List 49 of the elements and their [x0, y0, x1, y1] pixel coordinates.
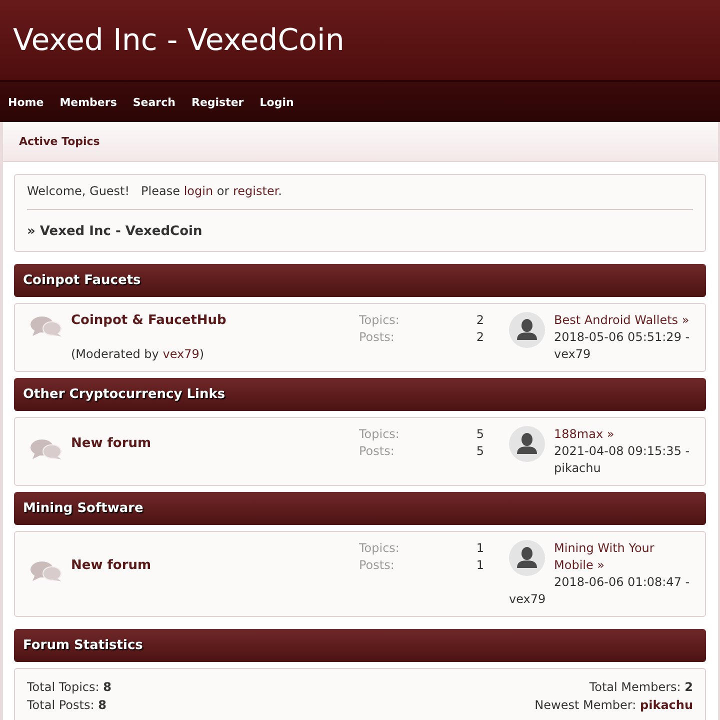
- stat-value: 5: [476, 443, 484, 460]
- nav-link[interactable]: Search: [132, 96, 176, 108]
- member-link[interactable]: pikachu: [640, 698, 693, 712]
- category-header: Forum Statistics: [14, 629, 706, 662]
- category-header: Mining Software: [14, 492, 706, 525]
- category-header: Other Cryptocurrency Links: [14, 378, 706, 411]
- register-link[interactable]: register: [232, 184, 278, 198]
- breadcrumb-link[interactable]: » Vexed Inc - VexedCoin: [27, 223, 202, 241]
- nav-link[interactable]: Login: [260, 96, 294, 108]
- stat-label: Topics:: [359, 540, 400, 557]
- stat-value: 2: [476, 329, 484, 346]
- stat-label: Posts:: [359, 443, 396, 460]
- moderator-link[interactable]: vex79: [162, 347, 200, 361]
- speech-bubbles-icon: [30, 316, 62, 337]
- category-header: Coinpot Faucets: [14, 264, 706, 297]
- statistic-text: Total Posts: 8: [27, 697, 106, 714]
- statistic-text: Total Topics: 8: [27, 679, 112, 696]
- active-topics-link[interactable]: Active Topics: [19, 135, 100, 148]
- user-avatar-icon: [509, 312, 545, 348]
- last-post-link[interactable]: Mining With Your Mobile »: [554, 540, 693, 574]
- user-avatar-icon: [509, 540, 545, 576]
- welcome-message: Welcome, Guest! Please login or register.: [27, 183, 283, 200]
- nav-link[interactable]: Home: [8, 96, 44, 108]
- last-post-link[interactable]: Best Android Wallets »: [554, 312, 690, 329]
- last-post-link[interactable]: 188max »: [554, 426, 614, 443]
- stat-label: Topics:: [359, 312, 400, 329]
- speech-bubbles-icon: [30, 561, 62, 582]
- stat-label: Posts:: [359, 557, 396, 574]
- nav-link[interactable]: Members: [60, 96, 117, 108]
- statistic-text: Total Members: 2: [589, 679, 693, 696]
- stat-label: Topics:: [359, 426, 400, 443]
- moderator-note: (Moderated by vex79): [71, 346, 204, 363]
- user-avatar-icon: [509, 426, 545, 462]
- speech-bubbles-icon: [30, 438, 62, 460]
- last-post-info: 2021-04-08 09:15:35 - pikachu: [554, 444, 690, 475]
- forum-link[interactable]: New forum: [71, 557, 152, 574]
- stat-value: 1: [476, 540, 484, 557]
- last-post-info: 2018-06-06 01:08:47 - vex79: [509, 575, 690, 606]
- forum-link[interactable]: New forum: [71, 434, 152, 452]
- site-title: Vexed Inc - VexedCoin: [13, 22, 344, 58]
- newest-member-text: Newest Member: pikachu: [534, 697, 693, 714]
- last-post-info: 2018-05-06 05:51:29 - vex79: [554, 330, 690, 361]
- stat-value: 5: [476, 426, 484, 443]
- nav-link[interactable]: Register: [191, 96, 244, 108]
- login-link[interactable]: login: [184, 184, 214, 198]
- stat-value: 2: [476, 312, 484, 329]
- stat-label: Posts:: [359, 329, 396, 346]
- stat-value: 1: [476, 557, 484, 574]
- forum-link[interactable]: Coinpot & FaucetHub: [71, 312, 226, 329]
